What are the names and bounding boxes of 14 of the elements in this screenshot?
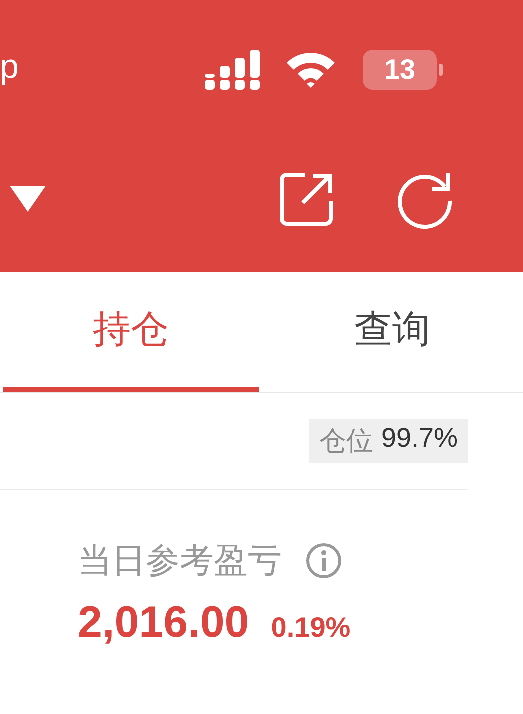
carrier-text: p bbox=[0, 48, 19, 86]
position-label: 仓位 bbox=[319, 425, 374, 458]
info-icon[interactable] bbox=[306, 543, 342, 579]
pnl-amount: 2,016.00 bbox=[78, 598, 250, 648]
share-icon[interactable] bbox=[279, 171, 335, 227]
position-value: 99.7% bbox=[381, 423, 458, 455]
tab[interactable]: 持仓 bbox=[3, 272, 258, 392]
tab[interactable]: 查询 bbox=[264, 272, 520, 392]
battery-tip-icon bbox=[439, 64, 443, 76]
wifi-icon bbox=[285, 51, 337, 89]
pnl-percent: 0.19% bbox=[271, 612, 351, 644]
pnl-label: 当日参考盈亏 bbox=[78, 541, 282, 582]
battery-level: 13 bbox=[363, 50, 437, 90]
dropdown-triangle-icon[interactable] bbox=[10, 186, 46, 212]
